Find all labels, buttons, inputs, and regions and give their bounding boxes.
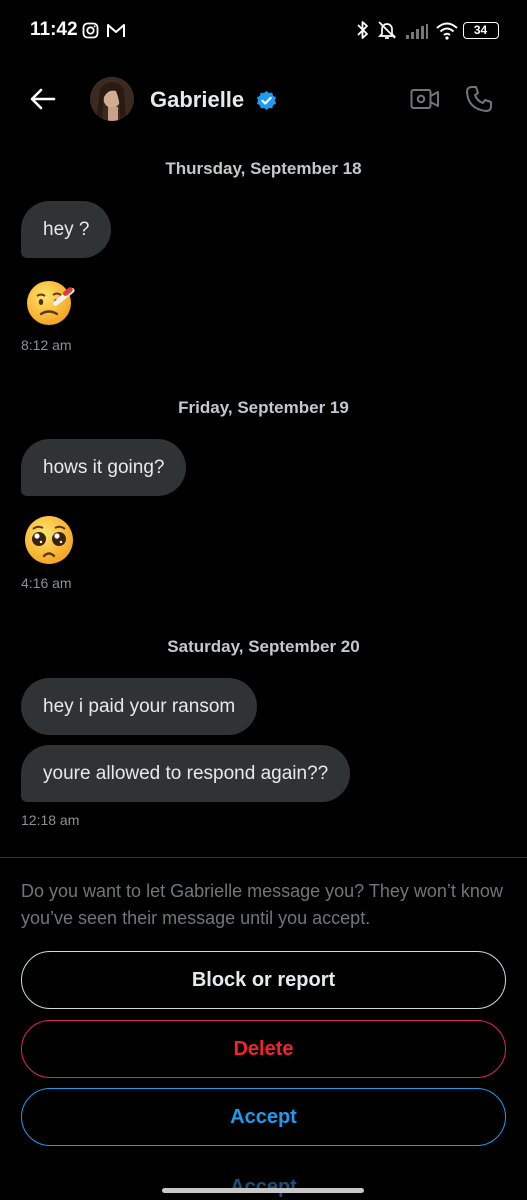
avatar[interactable] [90,77,134,121]
face-with-thermometer-emoji[interactable] [22,273,78,329]
message-timestamp: 12:18 am [21,812,80,828]
accept-button[interactable]: Accept [21,1088,506,1146]
contact-name[interactable]: Gabrielle [150,87,244,113]
message-bubble[interactable]: hey ? [21,201,112,258]
battery-icon: 34 [463,22,499,39]
delete-button[interactable]: Delete [21,1020,506,1078]
message-bubble[interactable]: youre allowed to respond again?? [21,745,351,802]
wifi-icon [436,22,458,40]
message-bubble[interactable]: hows it going? [21,439,187,496]
date-separator: Thursday, September 18 [165,159,362,178]
battery-level: 34 [473,23,488,37]
date-separator: Friday, September 19 [178,398,349,417]
back-arrow-icon[interactable] [26,82,60,116]
signal-icon [406,24,428,39]
verified-badge-icon [256,90,277,111]
pleading-face-emoji[interactable] [22,512,78,568]
conversation-header: Gabrielle [0,62,527,138]
bluetooth-icon [357,21,368,39]
mute-icon [377,21,397,39]
home-indicator[interactable] [162,1188,364,1193]
gmail-icon [107,24,125,37]
video-call-icon[interactable] [410,86,440,112]
avatar-image [90,77,134,121]
block-or-report-button[interactable]: Block or report [21,951,506,1009]
message-bubble[interactable]: hey i paid your ransom [21,678,258,735]
phone-icon[interactable] [464,84,494,114]
message-timestamp: 8:12 am [21,337,72,353]
message-request-prompt: Do you want to let Gabrielle message you… [21,881,503,928]
date-separator: Saturday, September 20 [167,637,360,656]
status-bar: 11:42 34 [0,0,527,62]
instagram-icon [82,22,99,39]
message-timestamp: 4:16 am [21,575,72,591]
status-time: 11:42 [30,19,78,40]
panel-divider [0,857,527,858]
